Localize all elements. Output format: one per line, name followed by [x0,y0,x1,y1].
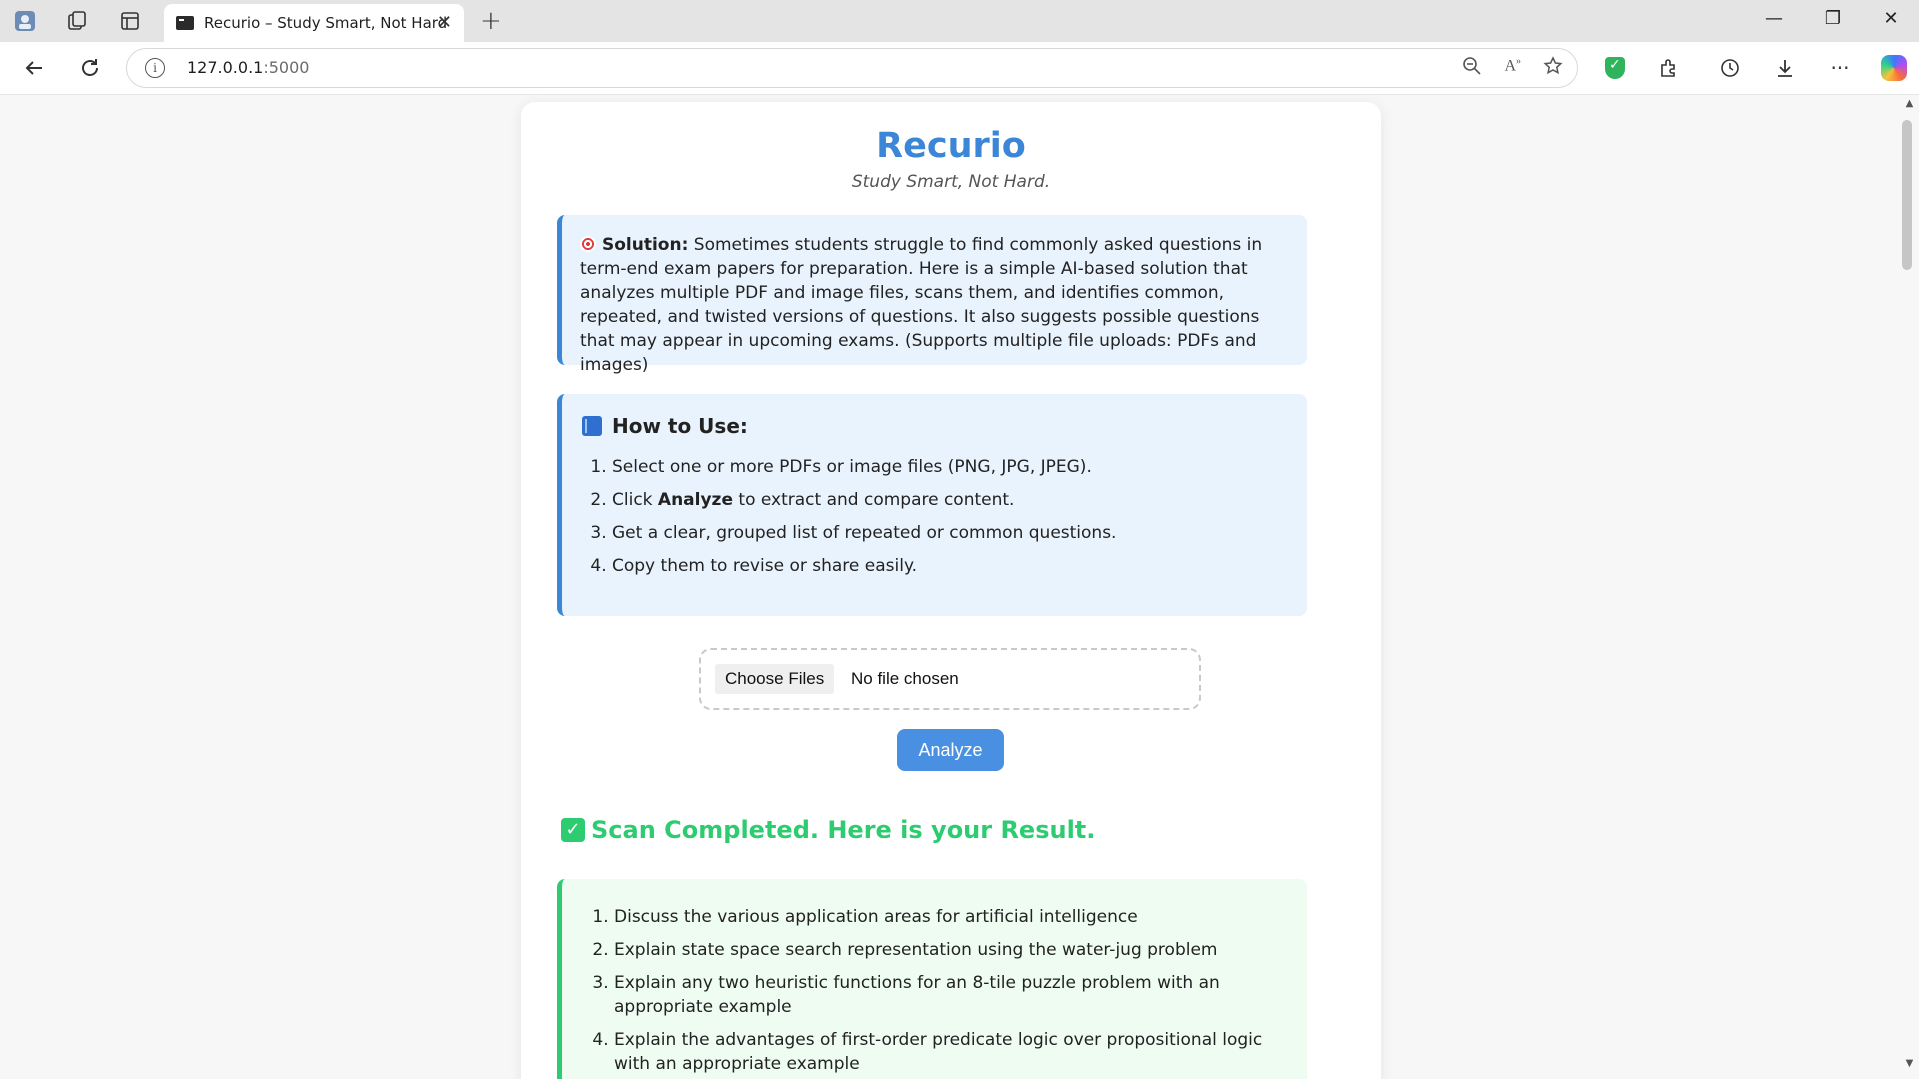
terminal-icon [176,16,194,30]
step2-prefix: Click [612,490,658,510]
new-tab-icon[interactable]: + [480,6,502,36]
result-item: Explain state space search representatio… [614,938,1267,962]
tab-close-icon[interactable]: ✕ [437,12,452,33]
downloads-icon[interactable] [1771,54,1799,82]
close-window-icon[interactable]: ✕ [1871,8,1911,29]
address-bar-actions: A» [1462,56,1563,81]
result-heading-text: Scan Completed. Here is your Result. [591,816,1096,844]
main-card: Recurio Study Smart, Not Hard. Solution:… [521,102,1381,1079]
workspaces-icon[interactable] [64,9,90,33]
back-icon[interactable] [20,54,48,82]
how-to-step: Copy them to revise or share easily. [612,555,1287,578]
result-panel: Discuss the various application areas fo… [557,879,1307,1079]
app-title: Recurio [876,126,1026,166]
active-tab[interactable]: Recurio – Study Smart, Not Hard ✕ [164,4,464,42]
result-item: Explain the advantages of first-order pr… [614,1028,1267,1076]
solution-text: Sometimes students struggle to find comm… [580,235,1263,375]
how-to-heading: How to Use: [582,414,1287,438]
how-to-use-panel: How to Use: Select one or more PDFs or i… [557,394,1307,616]
how-to-steps: Select one or more PDFs or image files (… [582,456,1287,578]
step2-bold: Analyze [657,490,733,510]
refresh-icon[interactable] [76,54,104,82]
solution-panel: Solution: Sometimes students struggle to… [557,215,1307,375]
choose-files-button[interactable]: Choose Files [715,664,835,694]
url-port: :5000 [263,58,310,77]
vertical-tabs-icon[interactable] [117,9,143,33]
tab-title: Recurio – Study Smart, Not Hard [204,14,448,32]
site-info-icon[interactable]: i [145,58,165,78]
how-to-step: Select one or more PDFs or image files (… [612,456,1287,479]
profile-icon[interactable] [12,9,38,33]
url-host: 127.0.0.1 [187,58,264,77]
result-heading: ✓ Scan Completed. Here is your Result. [561,816,1095,844]
green-check-icon: ✓ [561,818,585,842]
solution-label: Solution: [602,235,689,255]
scroll-up-icon[interactable]: ▲ [1900,98,1919,109]
favorite-star-icon[interactable] [1543,56,1563,81]
result-item: Discuss the various application areas fo… [614,905,1267,929]
scroll-down-icon[interactable]: ▼ [1900,1058,1919,1069]
url-text: 127.0.0.1:5000 [187,58,309,77]
copilot-icon[interactable] [1880,54,1908,82]
analyze-button[interactable]: Analyze [897,729,1004,771]
minimize-icon[interactable]: — [1754,8,1794,29]
more-options-icon[interactable]: ··· [1826,54,1854,82]
how-to-step: Click Analyze to extract and compare con… [612,489,1287,512]
zoom-out-icon[interactable] [1462,56,1482,81]
history-icon[interactable] [1716,54,1744,82]
browser-essentials-shield-icon[interactable] [1601,54,1629,82]
blue-book-icon [582,416,602,436]
step2-suffix: to extract and compare content. [733,490,1015,510]
scrollbar-thumb[interactable] [1902,120,1912,270]
read-aloud-icon[interactable]: A» [1504,56,1521,81]
tab-strip: Recurio – Study Smart, Not Hard ✕ + — ❐ … [0,0,1919,42]
target-icon [580,236,596,252]
extensions-icon[interactable] [1655,54,1683,82]
address-bar[interactable]: i 127.0.0.1:5000 A» [126,48,1578,88]
how-to-step: Get a clear, grouped list of repeated or… [612,522,1287,545]
result-list: Discuss the various application areas fo… [582,905,1267,1076]
file-upload-dropzone[interactable]: Choose Files No file chosen [699,648,1201,710]
result-item: Explain any two heuristic functions for … [614,971,1267,1019]
navigation-bar: i 127.0.0.1:5000 A» [0,42,1919,95]
app-tagline: Study Smart, Not Hard. [851,172,1051,192]
page-viewport: Recurio Study Smart, Not Hard. Solution:… [0,95,1900,1079]
restore-icon[interactable]: ❐ [1813,8,1853,29]
file-status-text: No file chosen [851,669,959,688]
how-to-heading-text: How to Use: [612,414,748,438]
